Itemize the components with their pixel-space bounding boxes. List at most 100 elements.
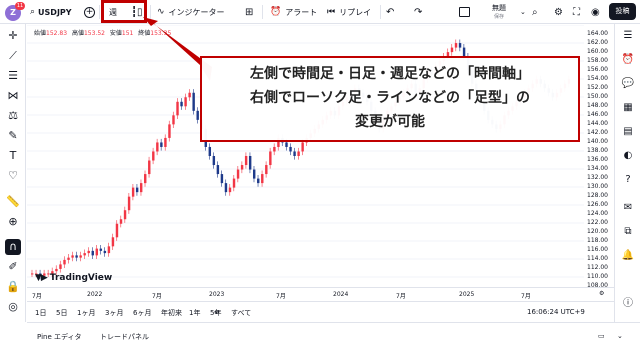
- range-button[interactable]: 6ヶ月: [133, 308, 151, 318]
- candle-body: [111, 237, 115, 247]
- price-tick-label: 118.00: [587, 237, 608, 244]
- alert-button[interactable]: ⏰ アラート: [270, 0, 317, 24]
- text-icon[interactable]: T: [5, 148, 21, 164]
- candle-body: [228, 187, 232, 193]
- help-circle-icon[interactable]: ⓘ: [620, 296, 636, 312]
- candle-body: [152, 151, 155, 161]
- symbol-search[interactable]: ⌕ USDJPY: [30, 0, 72, 24]
- snapshot-button[interactable]: ◉: [591, 0, 600, 24]
- calendar-icon[interactable]: ▤: [620, 124, 636, 140]
- fib-icon[interactable]: ⚖: [5, 108, 21, 124]
- candle-body: [188, 92, 191, 98]
- eye-icon[interactable]: ◎: [5, 299, 21, 315]
- bottom-panel-bar: Pine エディタ トレードパネル ▭ ⌄: [27, 322, 640, 346]
- price-tick-label: 140.00: [587, 138, 608, 145]
- fullscreen-button[interactable]: ⛶: [573, 0, 580, 24]
- price-tick-label: 156.00: [587, 66, 608, 73]
- callout-line-3: 変更が可能: [355, 114, 425, 130]
- price-tick-label: 162.00: [587, 39, 608, 46]
- top-toolbar: Z 11 ⌕ USDJPY + 週 ┇▯ ∿ インジケーター ⊞ ⏰ アラート: [0, 0, 640, 24]
- chat-bubble-icon[interactable]: ✉: [620, 200, 636, 216]
- candle-body: [196, 110, 199, 120]
- ruler-icon[interactable]: 📏: [5, 194, 21, 210]
- candle-body: [148, 160, 151, 175]
- ideas-icon[interactable]: ◐: [620, 148, 636, 164]
- lock-icon[interactable]: 🔒: [5, 279, 21, 295]
- replay-label: リプレイ: [339, 7, 372, 17]
- window-icon: [459, 7, 470, 17]
- candle-body: [75, 255, 78, 258]
- time-axis[interactable]: ⚙ 7月 2022 7月 2023 7月 2024 7月 2025 7月: [27, 287, 614, 301]
- chevron-down-icon: ⌄: [520, 8, 526, 16]
- alarm-clock-icon: ⏰: [270, 7, 282, 17]
- brush-icon[interactable]: ✎: [5, 128, 21, 144]
- compare-symbol-button[interactable]: +: [84, 0, 95, 24]
- range-button[interactable]: 5日: [56, 308, 67, 318]
- help-icon[interactable]: ?: [620, 172, 636, 188]
- candle-body: [248, 156, 252, 170]
- settings-button[interactable]: ⚙: [554, 0, 563, 24]
- symbol-label: USDJPY: [38, 7, 72, 17]
- price-tick-label: 128.00: [587, 192, 608, 199]
- trade-panel-tab[interactable]: トレードパネル: [100, 332, 149, 342]
- layout-templates-button[interactable]: ⊞: [245, 0, 253, 24]
- candle-body: [212, 156, 216, 166]
- price-tick-label: 160.00: [587, 48, 608, 55]
- range-button[interactable]: 1日: [35, 308, 46, 318]
- replay-icon: ⏮: [327, 7, 336, 17]
- magnet-icon[interactable]: ∩: [5, 239, 21, 255]
- price-tick-label: 120.00: [587, 228, 608, 235]
- undo-icon: ↶: [386, 6, 395, 18]
- alarm-clock-icon[interactable]: ⏰: [620, 52, 636, 68]
- candle-body: [168, 124, 171, 138]
- undo-button[interactable]: ↶: [386, 0, 394, 24]
- chat-icon[interactable]: 💬: [620, 76, 636, 92]
- news-icon[interactable]: ▦: [620, 100, 636, 116]
- drawing-toolbar: ✛ ⟋ ☰ ⋈ ⚖ ✎ T ♡ 📏 ⊕ ∩ ✐ 🔒 ◎: [0, 24, 26, 322]
- watchlist-icon[interactable]: ☰: [620, 28, 636, 44]
- trend-line-icon[interactable]: ⟋: [5, 48, 21, 64]
- redo-button[interactable]: ↷: [414, 0, 422, 24]
- chevron-down-icon[interactable]: ⌄: [617, 332, 623, 340]
- range-button[interactable]: 年初来: [161, 308, 182, 318]
- publish-button[interactable]: 投稿: [609, 3, 636, 20]
- heart-icon[interactable]: ♡: [5, 168, 21, 184]
- zoom-in-icon[interactable]: ⊕: [5, 214, 21, 230]
- callout-line-2: 右側でローソク足・ラインなどの「足型」の: [250, 90, 530, 106]
- price-axis[interactable]: 164.00 162.00 160.00 158.00 156.00 154.00 152.…: [584, 25, 614, 289]
- search-icon: ⌕: [532, 6, 538, 18]
- bell-icon[interactable]: 🔔: [620, 248, 636, 264]
- range-button[interactable]: 3ヶ月: [105, 308, 123, 318]
- replay-button[interactable]: ⏮ リプレイ: [327, 0, 371, 24]
- candle-body: [67, 257, 70, 260]
- toolbar-divider: [99, 5, 100, 19]
- range-button[interactable]: 5年: [210, 308, 221, 318]
- tradingview-logo: ▼▶ TradingView: [35, 273, 112, 283]
- search-button[interactable]: ⌕: [532, 0, 538, 24]
- range-button[interactable]: 1ヶ月: [77, 308, 95, 318]
- price-tick-label: 158.00: [587, 57, 608, 64]
- range-button[interactable]: 1年: [189, 308, 200, 318]
- maximize-panel-icon[interactable]: ▭: [598, 332, 605, 340]
- layout-select-button[interactable]: [459, 0, 470, 24]
- time-tick-label: 2022: [87, 291, 103, 298]
- layout-menu-button[interactable]: ⌄: [520, 0, 526, 24]
- axis-settings-icon[interactable]: ⚙: [599, 290, 604, 297]
- candle-body: [172, 115, 175, 125]
- candle-body: [71, 255, 74, 258]
- price-tick-label: 110.00: [587, 273, 608, 280]
- candle-body: [297, 151, 300, 156]
- candle-body: [224, 183, 228, 193]
- candle-body: [103, 250, 107, 254]
- candle-body: [115, 223, 119, 238]
- layers-icon[interactable]: ⧉: [620, 224, 636, 240]
- lock-pencil-icon[interactable]: ✐: [5, 259, 21, 275]
- horizontal-lines-icon[interactable]: ☰: [5, 68, 21, 84]
- pine-editor-tab[interactable]: Pine エディタ: [37, 332, 82, 342]
- save-layout-button[interactable]: 無題 保存: [479, 2, 519, 22]
- pattern-icon[interactable]: ⋈: [5, 88, 21, 104]
- candle-body: [164, 137, 167, 147]
- range-button[interactable]: すべて: [231, 308, 251, 318]
- crosshair-icon[interactable]: ✛: [5, 28, 21, 44]
- candle-body: [289, 146, 292, 152]
